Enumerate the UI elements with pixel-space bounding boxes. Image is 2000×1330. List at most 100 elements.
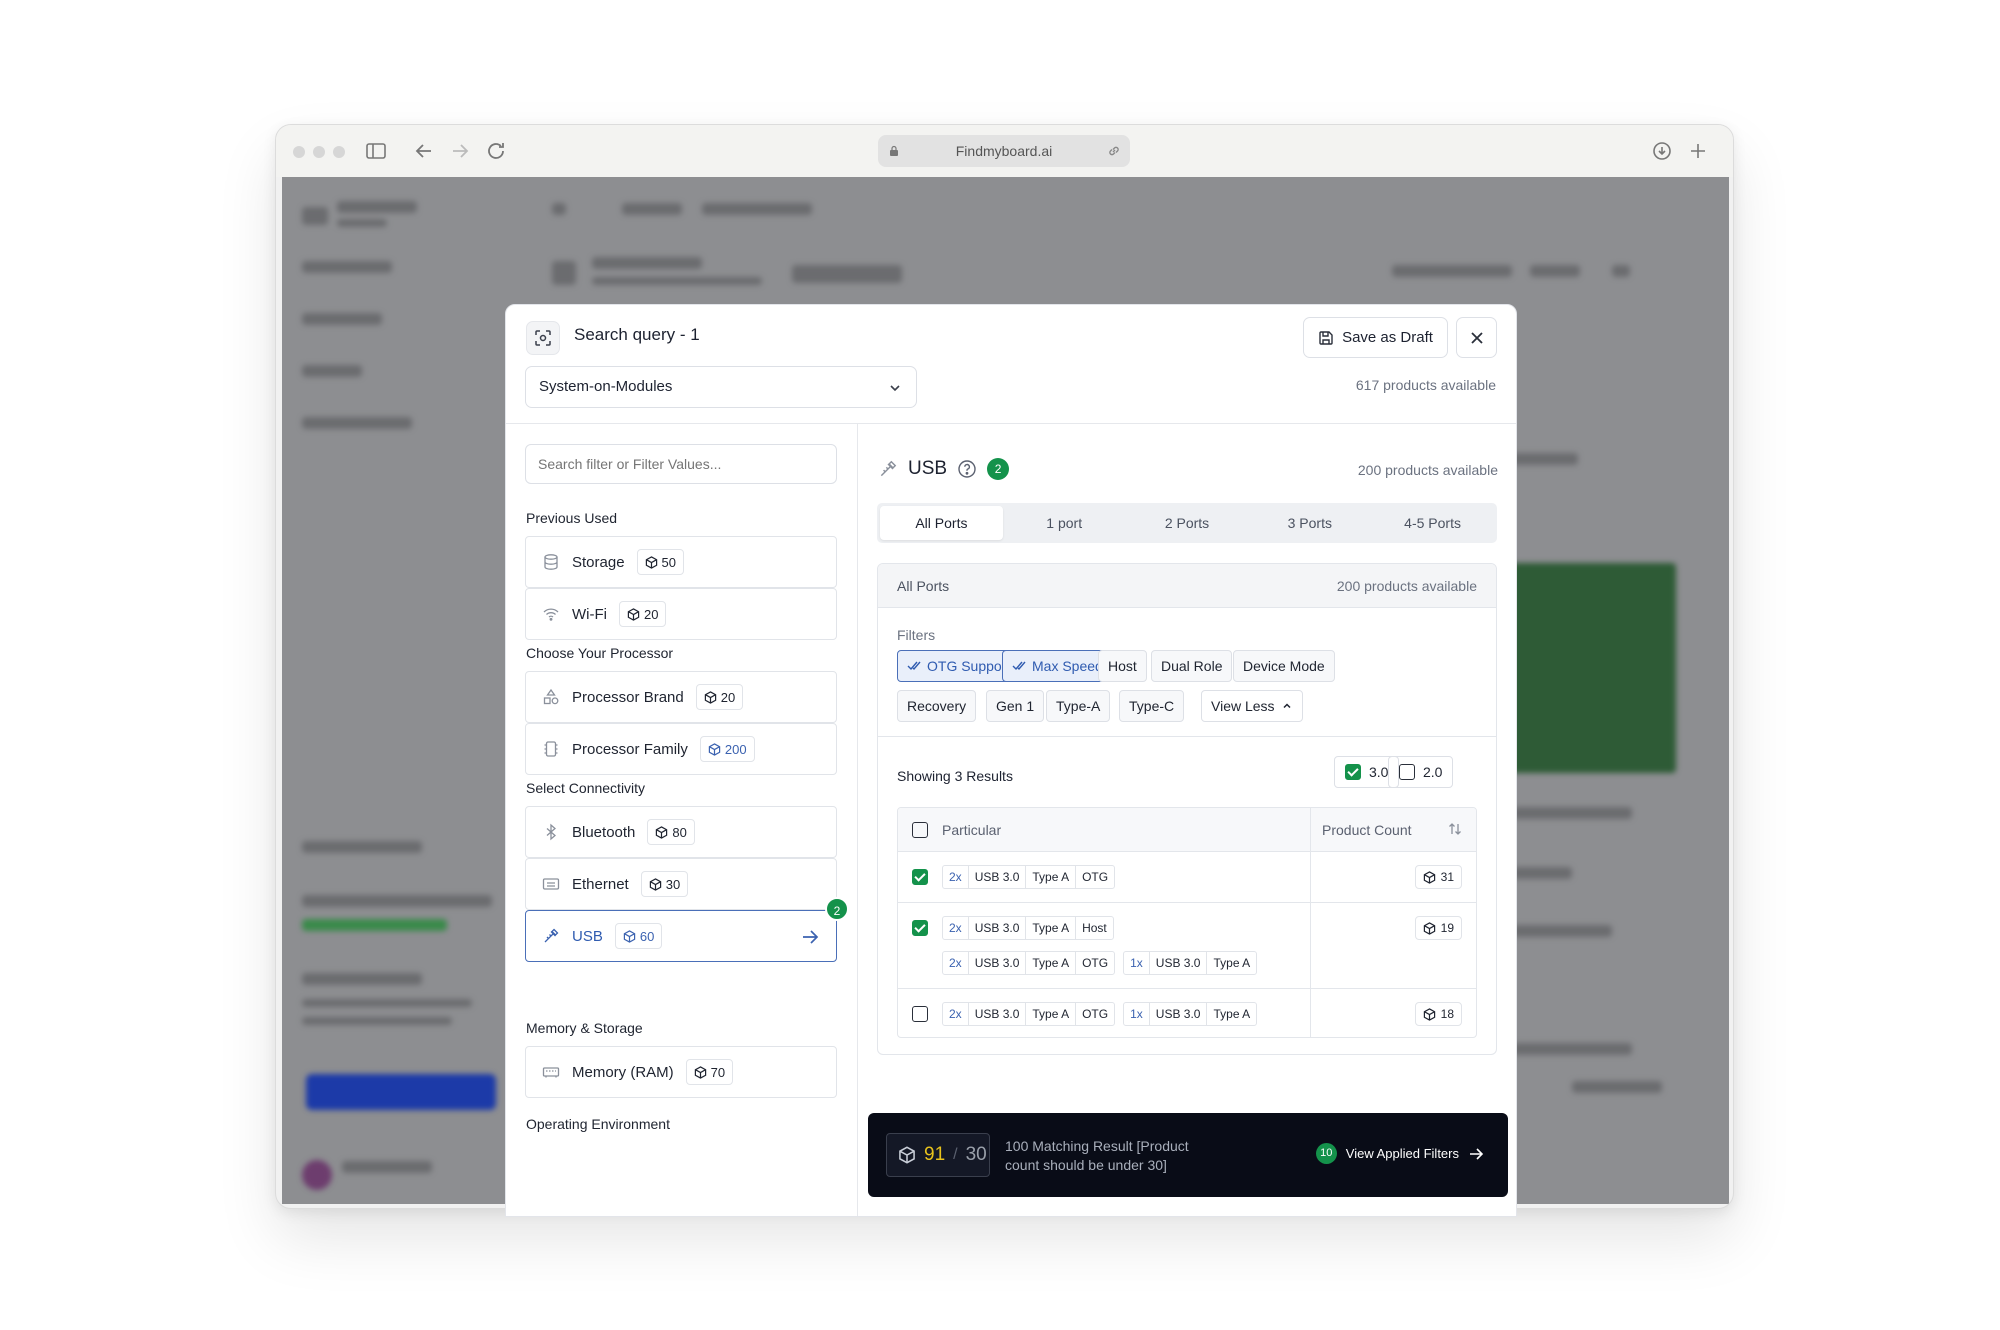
tab-2-ports[interactable]: 2 Ports bbox=[1126, 506, 1249, 540]
port-tabs: All Ports 1 port 2 Ports 3 Ports 4-5 Por… bbox=[877, 503, 1497, 543]
chevron-down-icon bbox=[890, 385, 900, 392]
category-select[interactable]: System-on-Modules bbox=[525, 366, 917, 408]
chip-device-mode[interactable]: Device Mode bbox=[1233, 650, 1335, 682]
row-product-count: 18 bbox=[1414, 1002, 1462, 1026]
row-checkbox[interactable] bbox=[912, 920, 928, 936]
usb-header: USB 2 bbox=[878, 458, 1010, 480]
ethernet-icon bbox=[542, 878, 560, 890]
sort-icon[interactable] bbox=[1448, 822, 1462, 836]
matching-count: 91 bbox=[924, 1144, 946, 1165]
close-icon bbox=[1470, 331, 1483, 344]
count-value: 19 bbox=[1440, 921, 1454, 935]
divider bbox=[878, 736, 1496, 737]
chip-host[interactable]: Host bbox=[1098, 650, 1147, 682]
summary-message: 100 Matching Result [Product count shoul… bbox=[1005, 1138, 1189, 1173]
save-icon bbox=[1319, 330, 1333, 345]
row-tags: 2x USB 3.0 Type A OTG 1x USB 3.0 Type A bbox=[942, 1002, 1258, 1026]
row-checkbox[interactable] bbox=[912, 869, 928, 885]
tab-3-ports[interactable]: 3 Ports bbox=[1248, 506, 1371, 540]
help-icon[interactable] bbox=[957, 459, 977, 479]
checkbox-unchecked[interactable] bbox=[1399, 764, 1415, 780]
badge-count: 20 bbox=[643, 606, 659, 622]
chevron-up-icon bbox=[1283, 703, 1291, 709]
filter-item-label: Memory (RAM) bbox=[572, 1063, 674, 1081]
chip-recovery[interactable]: Recovery bbox=[897, 690, 977, 722]
filter-item-label: Ethernet bbox=[572, 875, 629, 893]
filter-item-label: Storage bbox=[572, 553, 625, 571]
ports-card-header: All Ports 200 products available bbox=[878, 564, 1496, 608]
select-all-checkbox[interactable] bbox=[912, 822, 928, 838]
shapes-icon bbox=[543, 688, 559, 705]
chip-type-c[interactable]: Type-C bbox=[1119, 690, 1185, 722]
forward-arrow-icon[interactable] bbox=[448, 139, 472, 163]
usb-spec-tag: 2x USB 3.0 Type A OTG bbox=[942, 1002, 1116, 1026]
filter-item-ethernet[interactable]: Ethernet 30 bbox=[525, 858, 837, 910]
filter-item-label: Processor Brand bbox=[572, 688, 684, 706]
chip-gen-1[interactable]: Gen 1 bbox=[986, 690, 1045, 722]
save-draft-button[interactable]: Save as Draft bbox=[1303, 317, 1448, 358]
filter-search-input[interactable] bbox=[525, 444, 837, 484]
close-button[interactable] bbox=[1456, 317, 1497, 358]
product-count-badge: 80 bbox=[647, 819, 695, 845]
view-less-button[interactable]: View Less bbox=[1201, 690, 1303, 722]
table-row[interactable]: 2x USB 3.0 Type A OTG 31 bbox=[898, 852, 1476, 903]
version-2-0-toggle[interactable]: 2.0 bbox=[1388, 756, 1454, 788]
chip-label: OTG Support bbox=[927, 658, 1011, 674]
usb-spec-tag: 2x USB 3.0 Type A Host bbox=[942, 916, 1114, 940]
product-count-badge: 20 bbox=[618, 601, 667, 627]
badge-count: 30 bbox=[665, 876, 681, 892]
filter-item-memory-ram[interactable]: Memory (RAM) 70 bbox=[525, 1046, 837, 1098]
filter-item-bluetooth[interactable]: Bluetooth 80 bbox=[525, 806, 837, 858]
usb-icon bbox=[880, 460, 897, 477]
filter-item-processor-brand[interactable]: Processor Brand 20 bbox=[525, 671, 837, 723]
row-checkbox[interactable] bbox=[912, 1006, 928, 1022]
tab-4-5-ports[interactable]: 4-5 Ports bbox=[1371, 506, 1494, 540]
table-row[interactable]: 2x USB 3.0 Type A Host 2x USB 3.0 Type A OTG 1… bbox=[898, 903, 1476, 989]
back-arrow-icon[interactable] bbox=[412, 139, 436, 163]
chip-max-speed[interactable]: Max Speed bbox=[1002, 650, 1113, 682]
checkbox-checked[interactable] bbox=[1345, 764, 1361, 780]
memory-icon bbox=[542, 1067, 560, 1078]
chip-label: Recovery bbox=[907, 698, 967, 714]
window-zoom-dot[interactable] bbox=[333, 146, 345, 158]
chip-dual-role[interactable]: Dual Role bbox=[1151, 650, 1233, 682]
box-icon bbox=[1423, 1007, 1435, 1021]
chip-label: Type-A bbox=[1056, 698, 1101, 714]
results-summary-bar: 91 / 30 100 Matching Result [Product cou… bbox=[868, 1113, 1508, 1197]
filter-item-wifi[interactable]: Wi-Fi 20 bbox=[525, 588, 837, 640]
product-count-badge: 60 bbox=[614, 923, 663, 949]
link-icon[interactable] bbox=[1106, 143, 1122, 159]
window-close-dot[interactable] bbox=[293, 146, 305, 158]
tab-1-port[interactable]: 1 port bbox=[1003, 506, 1126, 540]
window-minimize-dot[interactable] bbox=[313, 146, 325, 158]
box-icon bbox=[627, 607, 640, 621]
table-row[interactable]: 2x USB 3.0 Type A OTG 1x USB 3.0 Type A 18 bbox=[898, 989, 1476, 1037]
usb-products-available: 200 products available bbox=[1357, 462, 1498, 478]
chip-label: Max Speed bbox=[1032, 658, 1103, 674]
modal-title: Search query - 1 bbox=[574, 325, 700, 344]
filter-item-label: Wi-Fi bbox=[572, 605, 607, 623]
filter-item-processor-family[interactable]: Processor Family 200 bbox=[525, 723, 837, 775]
tab-all-ports[interactable]: All Ports bbox=[880, 506, 1003, 540]
download-icon[interactable] bbox=[1650, 139, 1674, 163]
box-icon bbox=[704, 690, 716, 704]
filter-item-usb[interactable]: USB 60 bbox=[525, 910, 837, 962]
chip-type-a[interactable]: Type-A bbox=[1046, 690, 1111, 722]
arrow-right-icon bbox=[803, 930, 819, 944]
database-icon bbox=[544, 554, 558, 570]
chip-icon bbox=[544, 741, 558, 757]
results-table: Particular Product Count 2x USB 3.0 Type A… bbox=[897, 807, 1477, 1038]
filter-item-storage[interactable]: Storage 50 bbox=[525, 536, 837, 588]
address-bar[interactable]: Findmyboard.ai bbox=[878, 135, 1130, 167]
table-header: Particular Product Count bbox=[898, 808, 1476, 852]
usb-spec-tag: 1x USB 3.0 Type A bbox=[1123, 1002, 1258, 1026]
reload-icon[interactable] bbox=[484, 139, 508, 163]
chip-label: Type-C bbox=[1129, 698, 1175, 714]
badge-count: 50 bbox=[661, 554, 677, 570]
product-count-badge: 50 bbox=[636, 549, 685, 575]
sidebar-toggle-icon[interactable] bbox=[364, 139, 388, 163]
box-icon bbox=[656, 825, 668, 839]
column-product-count: Product Count bbox=[1322, 822, 1412, 838]
view-applied-filters-button[interactable]: 10 View Applied Filters bbox=[1315, 1143, 1484, 1164]
new-tab-icon[interactable] bbox=[1686, 139, 1710, 163]
